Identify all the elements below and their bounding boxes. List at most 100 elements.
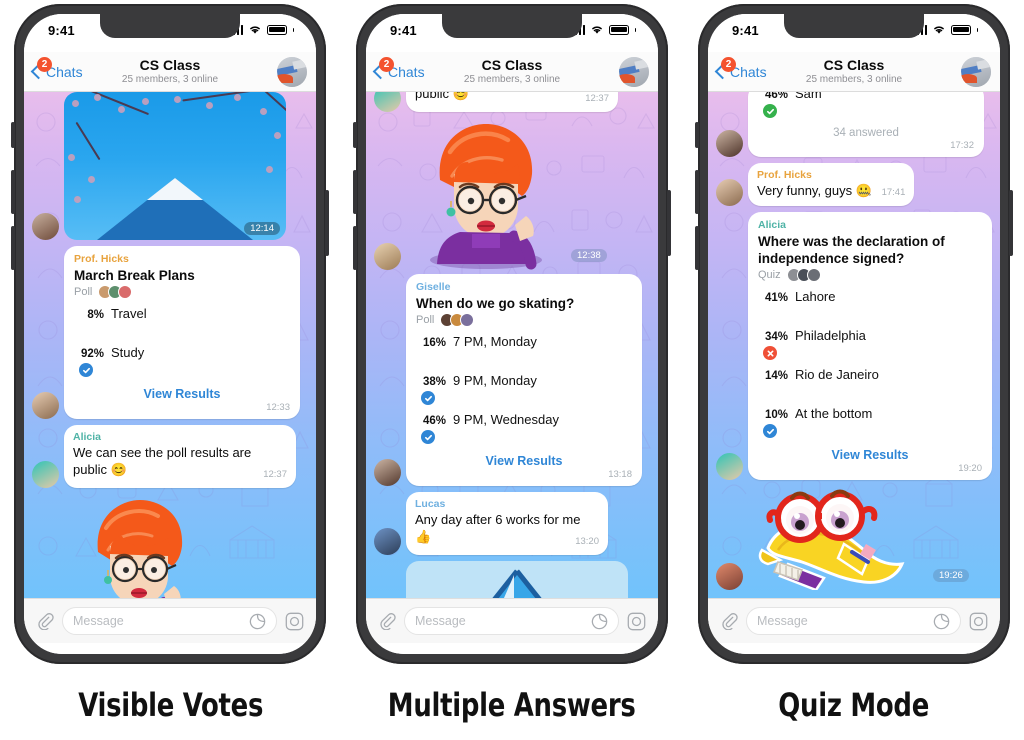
message-bubble[interactable]: Lucas Any day after 6 works for me 👍 13:… [406, 492, 608, 555]
photo-attachment[interactable]: 12:14 [64, 92, 286, 240]
avatar[interactable] [374, 243, 401, 270]
camera-icon[interactable] [627, 612, 646, 631]
quiz-card[interactable]: Alicia Where was the declaration of inde… [748, 212, 992, 480]
message-body: Very funny, guys 🤐 [757, 183, 872, 198]
status-bar: 9:41 [24, 14, 316, 52]
message-sender: Alicia [73, 431, 102, 443]
message-text: Any day after 6 works for me 👍 13:20 [415, 511, 599, 547]
poll-option[interactable]: 38% 9 PM, Monday [416, 373, 632, 405]
message-input[interactable]: Message [746, 607, 961, 635]
attach-icon[interactable] [36, 612, 54, 630]
volume-up-button[interactable] [353, 170, 357, 214]
chat-avatar[interactable] [277, 56, 307, 87]
quiz-option[interactable]: 34% Philadelphia [758, 328, 982, 360]
sticker-icon[interactable] [933, 613, 950, 630]
poll-option[interactable]: 46% Sam [758, 92, 974, 118]
message-bubble[interactable]: Prof. Hicks Very funny, guys 🤐 17:41 [748, 163, 915, 206]
nav-header: 2 Chats CS Class 25 members, 3 online [24, 52, 316, 92]
poll-meta: Poll [74, 285, 290, 299]
sticker-lady-with-glasses[interactable] [406, 118, 566, 270]
sticker-message-row [24, 494, 316, 598]
volume-down-button[interactable] [695, 226, 699, 270]
avatar[interactable] [32, 461, 59, 488]
caption-visible-votes: Visible Votes [78, 686, 264, 724]
volume-down-button[interactable] [353, 226, 357, 270]
nav-header: 2 Chats CS Class 25 members, 3 online [708, 52, 1000, 92]
unread-badge: 2 [721, 56, 736, 72]
poll-option[interactable]: 16% 7 PM, Monday [416, 334, 632, 366]
back-to-chats-button[interactable]: 2 Chats [30, 56, 83, 80]
avatar[interactable] [716, 179, 743, 206]
check-icon [763, 104, 777, 118]
power-button[interactable] [667, 190, 671, 256]
screenshot-stage: 9:41 2 Chats CS Class 25 members, 3 onli… [0, 0, 1024, 740]
camera-icon[interactable] [285, 612, 304, 631]
sticker-icon[interactable] [249, 613, 266, 630]
chat-scroll-area[interactable]: public 😊 12:37 12:38 Giselle When do we … [366, 92, 658, 598]
poll-option[interactable]: 46% 9 PM, Wednesday [416, 412, 632, 444]
photo-timestamp: 12:14 [244, 222, 280, 235]
status-time: 9:41 [48, 23, 75, 38]
chat-scroll-area[interactable]: 46% Sam 34 answered 17:32 Prof. Hicks Ve… [708, 92, 1000, 598]
avatar[interactable] [716, 130, 743, 157]
attach-icon[interactable] [720, 612, 738, 630]
volume-down-button[interactable] [11, 226, 15, 270]
poll-option-percent: 8% [87, 309, 104, 321]
sticker-icon[interactable] [591, 613, 608, 630]
attach-icon[interactable] [378, 612, 396, 630]
message-text: Very funny, guys 🤐 17:41 [757, 182, 905, 201]
back-to-chats-button[interactable]: 2 Chats [372, 56, 425, 80]
message-input[interactable]: Message [62, 607, 277, 635]
camera-icon[interactable] [969, 612, 988, 631]
chat-scroll-area[interactable]: 12:14 Prof. Hicks March Break Plans Poll [24, 92, 316, 598]
view-results-button[interactable]: View Results [416, 451, 632, 468]
sticker-banana-with-glasses[interactable] [748, 486, 928, 592]
view-results-button[interactable]: View Results [758, 445, 982, 462]
sticker-lady-with-glasses[interactable] [64, 494, 214, 598]
poll-option-mark-none [421, 352, 435, 366]
avatar[interactable] [32, 213, 59, 240]
poll-option-label: 7 PM, Monday [453, 334, 537, 349]
poll-card[interactable]: Prof. Hicks March Break Plans Poll 8% Tr… [64, 246, 300, 419]
caption-quiz-mode: Quiz Mode [777, 686, 929, 724]
photo-message-row: 12:14 [24, 92, 316, 240]
avatar[interactable] [32, 392, 59, 419]
quiz-option[interactable]: 41% Lahore [758, 289, 982, 321]
poll-option-percent: 38% [422, 376, 446, 388]
poll-card[interactable]: Giselle When do we go skating? Poll 16% … [406, 274, 642, 486]
power-button[interactable] [1009, 190, 1013, 256]
mute-switch[interactable] [353, 122, 357, 148]
chat-avatar[interactable] [961, 56, 991, 87]
quiz-option[interactable]: 10% At the bottom [758, 406, 982, 438]
avatar[interactable] [374, 459, 401, 486]
poll-card-partial[interactable]: 46% Sam 34 answered 17:32 [748, 92, 984, 157]
avatar[interactable] [374, 528, 401, 555]
message-bubble[interactable]: Alicia We can see the poll results are p… [64, 425, 296, 488]
message-input[interactable]: Message [404, 607, 619, 635]
avatar[interactable] [716, 453, 743, 480]
phone-3-quiz-mode: 9:41 2 Chats CS Class 25 members, 3 onli… [695, 4, 1013, 664]
home-indicator-area [708, 643, 1000, 654]
photo-attachment-partial[interactable] [406, 561, 628, 598]
quiz-option[interactable]: 14% Rio de Janeiro [758, 367, 982, 399]
poll-option[interactable]: 92% Study [74, 345, 290, 377]
back-to-chats-button[interactable]: 2 Chats [714, 56, 767, 80]
volume-up-button[interactable] [11, 170, 15, 214]
home-indicator-area [366, 643, 658, 654]
poll-tail-row: 46% Sam 34 answered 17:32 [708, 92, 1000, 157]
message-bubble[interactable]: public 😊 12:37 [406, 92, 618, 112]
notch [784, 14, 924, 38]
phone-2-screen: 9:41 2 Chats CS Class 25 members, 3 onli… [366, 14, 658, 654]
volume-up-button[interactable] [695, 170, 699, 214]
poll-timestamp: 17:32 [950, 140, 974, 151]
chat-avatar[interactable] [619, 56, 649, 87]
view-results-button[interactable]: View Results [74, 384, 290, 401]
power-button[interactable] [325, 190, 329, 256]
status-bar: 9:41 [366, 14, 658, 52]
mute-switch[interactable] [695, 122, 699, 148]
poll-voter-avatars [98, 285, 133, 299]
avatar[interactable] [716, 563, 743, 590]
poll-option[interactable]: 8% Travel [74, 306, 290, 338]
mute-switch[interactable] [11, 122, 15, 148]
avatar[interactable] [374, 92, 401, 112]
